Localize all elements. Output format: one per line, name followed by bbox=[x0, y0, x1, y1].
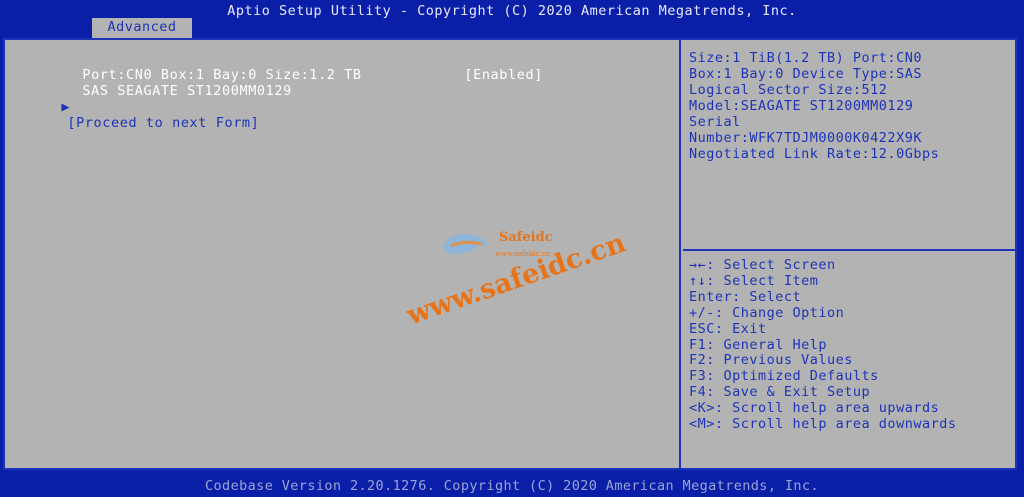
help-line: Negotiated Link Rate:12.0Gbps bbox=[689, 146, 940, 162]
key-help-change-option: +/-: Change Option bbox=[689, 304, 845, 321]
key-help-scroll-up: <K>: Scroll help area upwards bbox=[689, 400, 940, 417]
settings-panel: Port:CN0 Box:1 Bay:0 Size:1.2 TB [Enable… bbox=[5, 40, 681, 468]
key-help-esc: ESC: Exit bbox=[689, 320, 767, 337]
key-help-select-item: ↑↓: Select Item bbox=[689, 272, 819, 289]
watermark-hat-icon bbox=[443, 234, 487, 255]
key-help-scroll-down: <M>: Scroll help area downwards bbox=[689, 416, 957, 433]
help-line: Box:1 Bay:0 Device Type:SAS bbox=[689, 66, 922, 82]
key-help-panel: →←: Select Screen ↑↓: Select Item Enter:… bbox=[683, 256, 1015, 466]
submenu-arrow-icon: ▶ bbox=[61, 99, 71, 115]
help-line: Size:1 TiB(1.2 TB) Port:CN0 bbox=[689, 50, 922, 66]
submenu-proceed-next-form[interactable]: ▶ [Proceed to next Form] bbox=[9, 83, 259, 147]
footer-version: Codebase Version 2.20.1276. Copyright (C… bbox=[205, 478, 819, 494]
watermark-logo bbox=[437, 226, 497, 266]
device-item-value-text: [Enabled] bbox=[464, 67, 543, 83]
tab-bar: Advanced bbox=[0, 18, 1024, 38]
key-help-enter: Enter: Select bbox=[689, 288, 802, 305]
device-item-value[interactable]: [Enabled] bbox=[412, 51, 543, 99]
help-line: Logical Sector Size:512 bbox=[689, 82, 888, 98]
window-title: Aptio Setup Utility - Copyright (C) 2020… bbox=[227, 3, 797, 19]
key-help-f4: F4: Save & Exit Setup bbox=[689, 384, 871, 401]
tab-advanced[interactable]: Advanced bbox=[92, 18, 192, 38]
key-help-select-screen: →←: Select Screen bbox=[689, 257, 836, 273]
key-help-f3: F3: Optimized Defaults bbox=[689, 368, 879, 385]
help-line: Serial bbox=[689, 114, 741, 130]
submenu-label: [Proceed to next Form] bbox=[67, 115, 260, 131]
item-help-panel: Size:1 TiB(1.2 TB) Port:CN0 Box:1 Bay:0 … bbox=[683, 40, 1015, 251]
key-help-f1: F1: General Help bbox=[689, 336, 828, 353]
help-line: Model:SEAGATE ST1200MM0129 bbox=[689, 98, 914, 114]
help-line: Number:WFK7TDJM0000K0422X9K bbox=[689, 130, 922, 146]
main-frame: Port:CN0 Box:1 Bay:0 Size:1.2 TB [Enable… bbox=[3, 38, 1017, 470]
key-help-f2: F2: Previous Values bbox=[689, 352, 853, 369]
